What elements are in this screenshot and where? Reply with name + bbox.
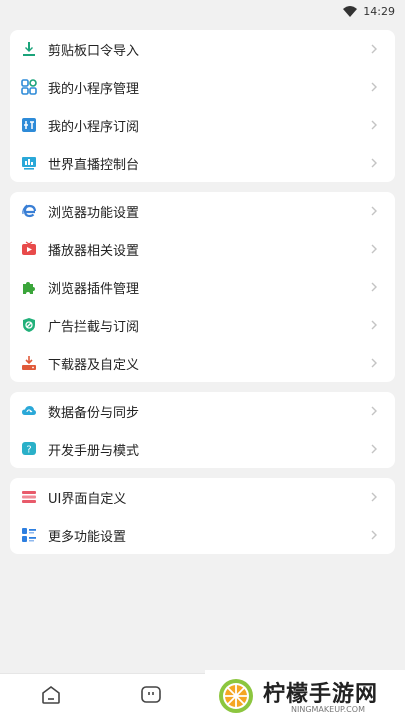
menu-item-more-settings[interactable]: 更多功能设置 bbox=[10, 516, 395, 554]
chevron-right-icon bbox=[371, 320, 377, 330]
menu-item-label: 我的小程序管理 bbox=[48, 81, 140, 97]
menu-item-adblock[interactable]: 广告拦截与订阅 bbox=[10, 306, 395, 344]
settings-group-4: UI界面自定义 更多功能设置 bbox=[10, 478, 395, 554]
menu-item-miniprogram-subscribe[interactable]: 我的小程序订阅 bbox=[10, 106, 395, 144]
chevron-right-icon bbox=[371, 530, 377, 540]
settings-group-1: 剪贴板口令导入 我的小程序管理 我的小程序订阅 世界直播控制台 bbox=[10, 30, 395, 182]
menu-item-label: 浏览器插件管理 bbox=[48, 281, 140, 297]
menu-item-downloader[interactable]: 下载器及自定义 bbox=[10, 344, 395, 382]
adblock-shield-icon bbox=[21, 317, 37, 333]
menu-item-clipboard-import[interactable]: 剪贴板口令导入 bbox=[10, 30, 395, 68]
menu-item-label: 下载器及自定义 bbox=[48, 357, 140, 373]
ui-layers-icon bbox=[21, 489, 37, 505]
menu-item-ui-custom[interactable]: UI界面自定义 bbox=[10, 478, 395, 516]
chevron-right-icon bbox=[371, 44, 377, 54]
menu-item-label: UI界面自定义 bbox=[48, 491, 127, 507]
wifi-icon bbox=[343, 5, 358, 17]
downloader-icon bbox=[21, 355, 37, 371]
menu-item-dev-manual[interactable]: ? 开发手册与模式 bbox=[10, 430, 395, 468]
menu-item-live-console[interactable]: 世界直播控制台 bbox=[10, 144, 395, 182]
chevron-right-icon bbox=[371, 206, 377, 216]
svg-text:?: ? bbox=[26, 445, 31, 456]
menu-item-player-settings[interactable]: 播放器相关设置 bbox=[10, 230, 395, 268]
chevron-right-icon bbox=[371, 444, 377, 454]
player-settings-icon bbox=[21, 241, 37, 257]
chevron-right-icon bbox=[371, 282, 377, 292]
lemon-logo-icon bbox=[219, 679, 253, 713]
menu-item-label: 我的小程序订阅 bbox=[48, 119, 140, 135]
chevron-right-icon bbox=[371, 158, 377, 168]
settings-group-2: 浏览器功能设置 播放器相关设置 浏览器插件管理 广告拦截与订阅 下载器及自定义 bbox=[10, 192, 395, 382]
chevron-right-icon bbox=[371, 82, 377, 92]
plugin-puzzle-icon bbox=[21, 279, 37, 295]
menu-item-label: 广告拦截与订阅 bbox=[48, 319, 140, 335]
help-question-icon: ? bbox=[21, 441, 37, 457]
menu-item-label: 开发手册与模式 bbox=[48, 443, 140, 459]
menu-item-label: 世界直播控制台 bbox=[48, 157, 140, 173]
chevron-right-icon bbox=[371, 244, 377, 254]
status-bar: 14:29 bbox=[0, 0, 405, 22]
watermark-site: NINGMAKEUP.COM bbox=[291, 705, 365, 714]
menu-item-label: 更多功能设置 bbox=[48, 529, 127, 545]
live-console-icon bbox=[21, 155, 37, 171]
miniprogram-manage-icon bbox=[21, 79, 37, 95]
miniprogram-subscribe-icon bbox=[21, 117, 37, 133]
more-grid-icon bbox=[21, 527, 37, 543]
message-icon[interactable] bbox=[140, 684, 162, 706]
site-watermark: 柠檬手游网 NINGMAKEUP.COM bbox=[205, 670, 405, 720]
menu-item-label: 播放器相关设置 bbox=[48, 243, 140, 259]
menu-item-browser-settings[interactable]: 浏览器功能设置 bbox=[10, 192, 395, 230]
menu-item-miniprogram-manage[interactable]: 我的小程序管理 bbox=[10, 68, 395, 106]
menu-item-label: 浏览器功能设置 bbox=[48, 205, 140, 221]
browser-settings-icon bbox=[21, 203, 37, 219]
chevron-right-icon bbox=[371, 358, 377, 368]
menu-item-backup-sync[interactable]: 数据备份与同步 bbox=[10, 392, 395, 430]
cloud-sync-icon bbox=[21, 403, 37, 419]
status-time: 14:29 bbox=[363, 4, 395, 18]
watermark-brand: 柠檬手游网 bbox=[263, 682, 379, 707]
menu-item-label: 数据备份与同步 bbox=[48, 405, 140, 421]
home-icon[interactable] bbox=[40, 684, 62, 706]
menu-item-label: 剪贴板口令导入 bbox=[48, 43, 140, 59]
chevron-right-icon bbox=[371, 406, 377, 416]
chevron-right-icon bbox=[371, 492, 377, 502]
settings-group-3: 数据备份与同步 ? 开发手册与模式 bbox=[10, 392, 395, 468]
chevron-right-icon bbox=[371, 120, 377, 130]
menu-item-plugin-manage[interactable]: 浏览器插件管理 bbox=[10, 268, 395, 306]
clipboard-import-icon bbox=[21, 41, 37, 57]
